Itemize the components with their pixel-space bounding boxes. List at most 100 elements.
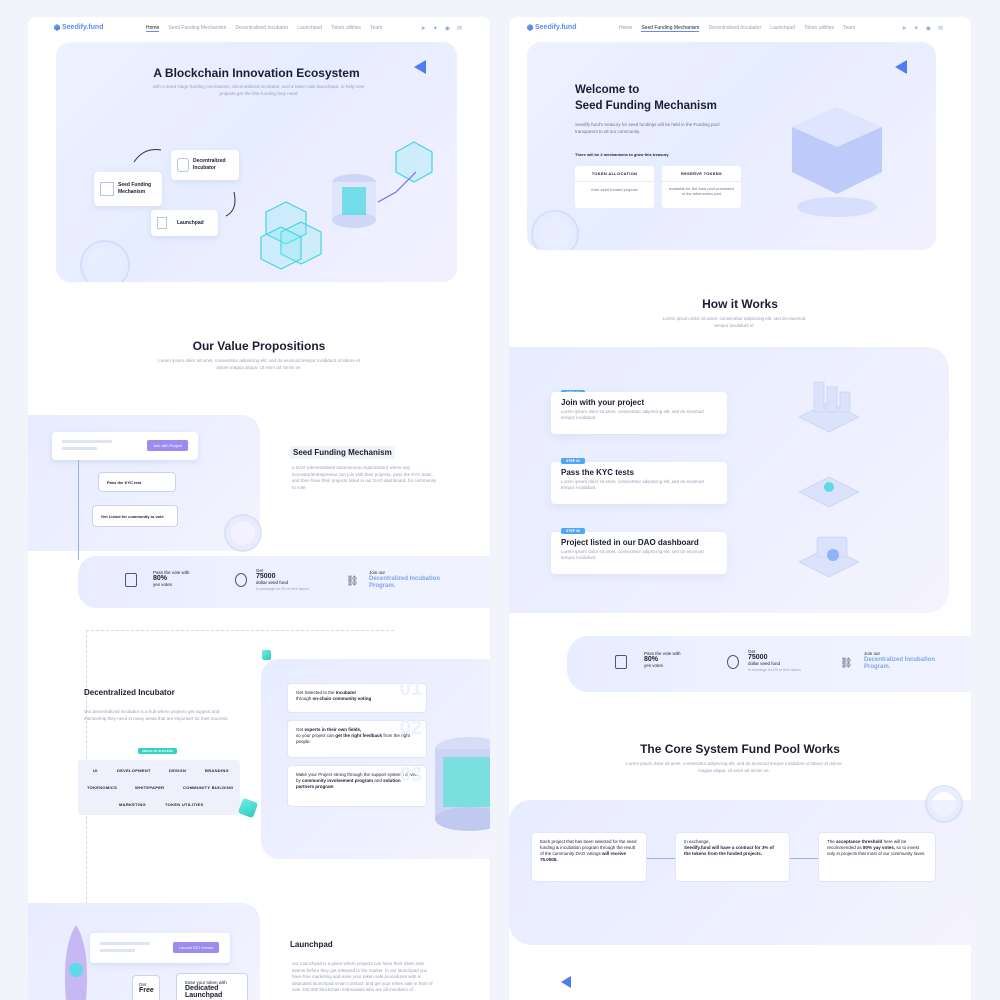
top-nav: Seedify.fund Home Seed Funding Mechanism…	[509, 17, 971, 41]
area-tag: UI	[93, 768, 98, 773]
incubator-body: Our decentralized incubator is a hub whe…	[84, 709, 229, 721]
nav-team[interactable]: Team	[843, 25, 855, 32]
area-tag: MARKETING	[119, 802, 146, 807]
area-tag: DEVELOPMENT	[117, 768, 151, 773]
arrow-curve-2	[225, 191, 236, 217]
stat-incubation[interactable]: Join our Decentralized Incubation Program…	[864, 651, 939, 671]
cylinder-illustration	[435, 737, 490, 831]
stat-fund: Get 75000 dollar seed fund in exchange for …	[256, 568, 309, 591]
flow-line	[78, 460, 79, 560]
telegram-icon[interactable]: ➤	[902, 25, 907, 32]
listed-box: Get Listed for community to vote	[92, 505, 178, 527]
nav-incubator[interactable]: Decentralized Incubator	[708, 25, 761, 32]
medium-icon[interactable]: ◉	[445, 25, 450, 32]
launchpad-title: Launchpad	[290, 940, 333, 949]
coin-hand-icon	[727, 655, 739, 669]
how-it-works-subtitle: Lorem ipsum dolor sit amet, consectetur …	[662, 316, 806, 328]
nav-team[interactable]: Team	[370, 25, 382, 32]
right-page: Seedify.fund Home Seed Funding Mechanism…	[509, 17, 971, 1000]
dashed-connector	[86, 630, 394, 631]
incubator-panel: Get Selected to the Incubator through on-…	[261, 659, 490, 859]
hero-banner: A Blockchain Innovation Ecosystem with a…	[56, 42, 457, 282]
launchpad-panel: Launch IDO events Get Free Ease your toke…	[28, 903, 260, 1000]
coin-hand-icon	[235, 573, 247, 587]
fund-pool-box-2: In exchange, Seedify.fund will have a con…	[675, 832, 790, 882]
area-tag: TOKENOMICS	[87, 785, 118, 790]
value-propositions-subtitle: Lorem ipsum dolor sit amet, consectetur …	[158, 358, 360, 370]
nav-seed-funding[interactable]: Seed Funding Mechanism	[641, 25, 700, 32]
logo[interactable]: Seedify.fund	[54, 24, 103, 31]
fund-pool-panel: Each project that has been selected for …	[509, 800, 971, 945]
join-card: Join with Project	[52, 432, 198, 460]
document-icon	[615, 655, 627, 669]
core-system-subtitle: Lorem ipsum dolor sit amet, consectetur …	[626, 761, 842, 773]
teal-cube-icon	[262, 650, 271, 660]
incubator-step-1: Get Selected to the Incubator through on-…	[287, 679, 427, 713]
area-tag: COMMUNITY BUILDING	[183, 785, 234, 790]
nav-home[interactable]: Home	[146, 25, 160, 32]
connector-line	[647, 858, 675, 859]
ring-decoration	[82, 242, 128, 282]
stat-vote: Pass the vote with 80% yes votes	[153, 570, 190, 587]
launch-card: Launch IDO events	[90, 933, 230, 963]
twitter-icon[interactable]: ✦	[433, 25, 438, 32]
stats-strip: Pass the vote with 80% yes votes Get 75000 d…	[78, 556, 490, 608]
medium-icon[interactable]: ◉	[926, 25, 931, 32]
nav-token-utilities[interactable]: Token utilities	[331, 25, 361, 32]
fund-pool-box-3: The acceptance threshold here will be re…	[818, 832, 936, 882]
area-tag: DESIGN	[169, 768, 187, 773]
placeholder-line	[100, 949, 135, 952]
link-icon: ⛓	[840, 658, 853, 669]
seed-funding-body: a DAO (decentralised autonomous organiza…	[292, 465, 437, 490]
isometric-illustrations	[798, 381, 860, 578]
email-icon[interactable]: ✉	[938, 25, 943, 32]
step-badge: STEP 02	[561, 458, 585, 464]
nav-launchpad[interactable]: Launchpad	[770, 25, 795, 32]
step-card-1: Join with your project Lorem ipsum dolor …	[551, 392, 727, 434]
fund-pool-box-1: Each project that has been selected for …	[531, 832, 647, 882]
teal-cube-icon	[237, 797, 259, 819]
twitter-icon[interactable]: ✦	[914, 25, 919, 32]
stat-vote: Pass the vote with 80% yes votes	[644, 651, 681, 668]
dedicated-card: Ease your token with Dedicated Launchpad	[176, 973, 248, 1000]
placeholder-line	[100, 942, 150, 945]
nav-seed-funding[interactable]: Seed Funding Mechanism	[168, 25, 226, 32]
area-tag: WHITEPAPER	[135, 785, 165, 790]
teal-core	[342, 187, 366, 215]
step-card-2: Pass the KYC tests Lorem ipsum dolor sit …	[551, 462, 727, 504]
join-with-project-button[interactable]: Join with Project	[147, 440, 189, 451]
stat-incubation[interactable]: Join our Decentralized Incubation Program…	[369, 570, 444, 590]
nav-launchpad[interactable]: Launchpad	[297, 25, 322, 32]
incubator-title: Decentralized Incubator	[84, 688, 175, 697]
ring-decoration	[226, 516, 260, 550]
how-it-works-title: How it Works	[702, 297, 778, 311]
area-tag: BRANDING	[205, 768, 229, 773]
triangle-decoration-icon	[895, 60, 907, 74]
hero-body: Seedify fund's treasury for seed funding…	[575, 122, 720, 134]
ring-decoration	[927, 787, 961, 821]
hero-title: Welcome to Seed Funding Mechanism	[575, 84, 717, 112]
logo[interactable]: Seedify.fund	[527, 24, 576, 31]
placeholder-line	[62, 440, 112, 443]
area-tag: TOKEN UTILITIES	[165, 802, 204, 807]
step-badge: STEP 03	[561, 528, 585, 534]
launchpad-body: our Launchpad is a place where projects …	[292, 961, 433, 992]
email-icon[interactable]: ✉	[457, 25, 462, 32]
ring-decoration	[533, 212, 577, 250]
nav-incubator[interactable]: Decentralized Incubator	[235, 25, 288, 32]
hexagon-illustration	[792, 107, 882, 217]
reserve-tokens-box: RESERVE TOKENS available for the fund poo…	[662, 166, 741, 208]
seed-funding-title: Seed Funding Mechanism	[290, 446, 395, 459]
triangle-decoration-icon	[561, 976, 571, 988]
telegram-icon[interactable]: ➤	[421, 25, 426, 32]
stat-fund: Get 75000 dollar seed fund in exchange for …	[748, 649, 801, 672]
nav-token-utilities[interactable]: Token utilities	[804, 25, 834, 32]
areas-badge: AREAS OF SUCCESS	[138, 748, 177, 754]
token-allocation-box: TOKEN ALLOCATION from seed funded project…	[575, 166, 654, 208]
launch-ido-button[interactable]: Launch IDO events	[173, 942, 220, 953]
hero-banner: Welcome to Seed Funding Mechanism Seedify…	[527, 42, 936, 250]
left-page: Seedify.fund Home Seed Funding Mechanism…	[28, 17, 490, 1000]
top-nav: Seedify.fund Home Seed Funding Mechanism…	[28, 17, 490, 41]
nav-home[interactable]: Home	[619, 25, 632, 32]
free-card: Get Free	[132, 975, 160, 1000]
